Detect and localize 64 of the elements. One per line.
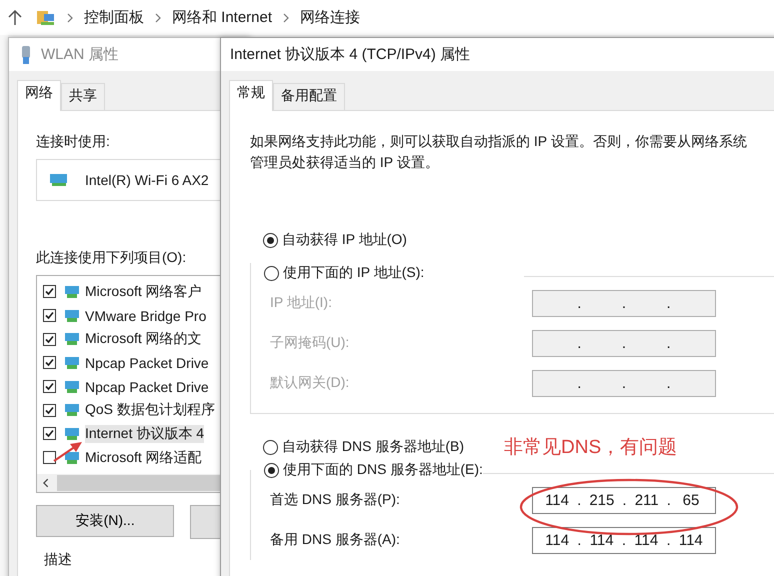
scroll-left-icon[interactable] [42,478,50,488]
chevron-icon [66,12,74,22]
network-component-icon [63,450,81,466]
tab[interactable]: 备用配置 [273,83,345,110]
description-text: 如果网络支持此功能，则可以获取自动指派的 IP 设置。否则，你需要从网络系统管理员处获得适当的 IP 设置。 [250,132,748,172]
items-label: 此连接使用下列项目(O): [36,249,188,267]
network-component-icon [63,378,81,395]
install-button[interactable]: 安装(N)... [36,505,174,537]
ip-address-field[interactable]: 114 . 114 . 114 . 114 [532,526,716,554]
field-label: IP 地址(I): [270,294,333,312]
radio-button[interactable] [263,232,278,248]
checkbox[interactable] [43,451,56,464]
list-item[interactable]: Microsoft 网络客户 [43,280,247,304]
checkbox[interactable] [43,309,56,322]
ip-address-field[interactable]: 114 . 215 . 211 . 65 [532,486,716,514]
list-item[interactable]: Npcap Packet Drive [43,351,247,375]
tab[interactable]: 常规 [229,80,273,111]
radio-label[interactable]: 自动获得 IP 地址(O) [282,231,407,249]
annotation-text: 非常见DNS，有问题 [504,436,678,460]
annotation-arrow [53,440,83,462]
checkbox[interactable] [43,380,56,394]
field-label: 备用 DNS 服务器(A): [270,531,401,549]
list-item[interactable]: Microsoft 网络的文 [43,327,247,352]
network-component-icon [63,354,81,371]
radio-label[interactable]: 使用下面的 IP 地址(S): [283,264,424,282]
list-item[interactable]: QoS 数据包计划程序 [43,398,247,422]
description-label: 描述 [44,551,73,569]
tab[interactable]: 网络 [17,80,61,111]
field-label: 首选 DNS 服务器(P): [270,491,401,509]
control-panel-icon [36,8,56,26]
network-component-icon [63,308,81,324]
adapter-name: Intel(R) Wi-Fi 6 AX2 [85,172,209,188]
chevron-icon [154,12,162,22]
checkbox[interactable] [43,356,56,370]
radio-button[interactable] [263,440,278,454]
field-label: 子网掩码(U): [270,334,350,352]
field-label: 默认网关(D): [270,374,350,392]
window-title: WLAN 属性 [41,45,119,64]
connect-using-label: 连接时使用: [36,133,111,151]
breadcrumb-item[interactable]: 网络连接 [300,8,360,27]
network-adapter-icon [49,173,69,187]
network-component-icon [63,426,81,442]
radio-label[interactable]: 使用下面的 DNS 服务器地址(E): [283,461,483,479]
network-component-icon [63,331,81,348]
checkbox[interactable] [43,427,56,440]
checkbox[interactable] [43,332,56,346]
network-component-icon [63,284,81,300]
tab[interactable]: 共享 [61,83,105,110]
breadcrumb-item[interactable]: 网络和 Internet [172,8,272,27]
list-item[interactable]: Npcap Packet Drive [43,374,247,398]
up-arrow-icon[interactable] [8,10,22,26]
window-title: Internet 协议版本 4 (TCP/IPv4) 属性 [230,45,470,64]
network-component-icon [63,402,81,418]
adapter-icon [19,44,33,64]
list-item[interactable]: Microsoft 网络适配 [43,446,247,470]
radio-button[interactable] [264,266,279,280]
checkbox[interactable] [43,404,56,417]
list-item[interactable]: Internet 协议版本 4 [43,422,247,446]
chevron-icon [282,12,290,22]
radio-label[interactable]: 自动获得 DNS 服务器地址(B) [282,438,464,456]
checkbox[interactable] [43,285,56,298]
breadcrumb-item[interactable]: 控制面板 [84,8,144,27]
radio-button[interactable] [264,462,279,478]
list-item[interactable]: VMware Bridge Pro [43,304,247,328]
